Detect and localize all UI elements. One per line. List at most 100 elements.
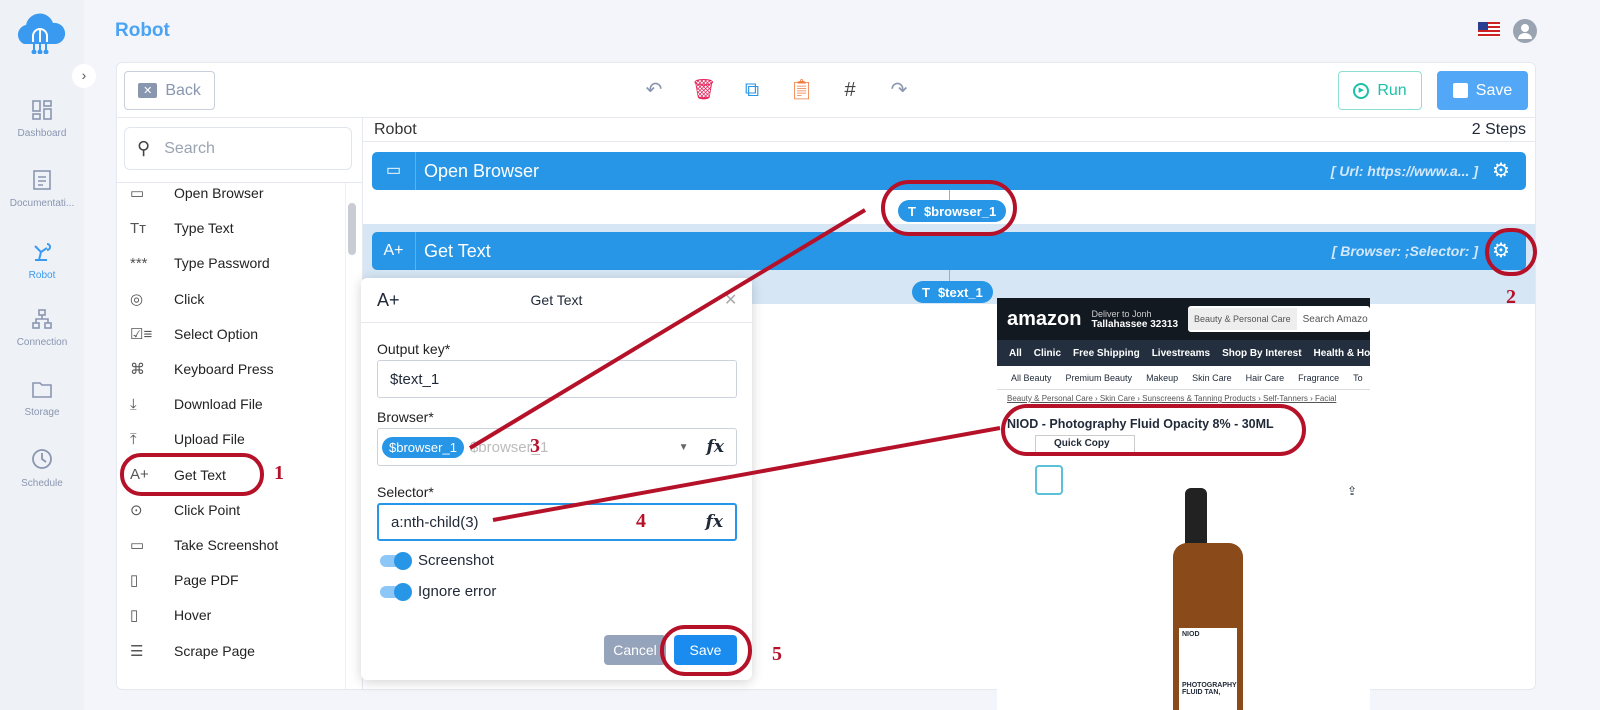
- sidebar-item-dashboard[interactable]: Dashboard: [0, 100, 84, 139]
- annotation-number: 3: [530, 435, 540, 457]
- amazon-nav-item: Livestreams: [1151, 347, 1211, 359]
- palette-label: Click Point: [174, 501, 241, 518]
- gear-icon[interactable]: ⚙: [1492, 160, 1514, 182]
- palette-item-type-text[interactable]: Tт Type Text: [130, 213, 234, 243]
- sidebar-item-connection[interactable]: Connection: [0, 309, 84, 348]
- floppy-icon: [1452, 83, 1468, 98]
- paste-icon[interactable]: 📋︎: [789, 78, 814, 102]
- undo-icon[interactable]: ↶: [642, 78, 666, 102]
- back-button[interactable]: ✕ Back: [124, 71, 215, 110]
- palette-icon: ⌘: [130, 361, 145, 378]
- sidebar-label: Storage: [24, 407, 60, 418]
- cancel-button[interactable]: Cancel: [604, 635, 666, 665]
- get-text-dialog: [361, 278, 752, 680]
- amazon-subnav-item: All Beauty: [1011, 372, 1052, 383]
- step-label: Open Browser: [424, 160, 540, 181]
- function-icon[interactable]: fx: [707, 437, 724, 457]
- us-flag-icon[interactable]: [1478, 22, 1500, 37]
- category-select: Beauty & Personal Care: [1188, 308, 1297, 330]
- palette-item-get-text[interactable]: A+ Get Text: [130, 460, 226, 490]
- output-key-value: $text_1: [390, 370, 440, 388]
- palette-icon: ☰: [130, 642, 144, 660]
- amazon-subnav-item: Fragrance: [1298, 372, 1340, 383]
- connection-icon: [32, 309, 52, 329]
- sidebar-item-storage[interactable]: Storage: [0, 379, 84, 418]
- browser-chip[interactable]: $browser_1: [382, 436, 464, 458]
- palette-item-click-point[interactable]: ⊙ Click Point: [130, 495, 240, 525]
- amazon-nav-item: Free Shipping: [1073, 347, 1140, 359]
- browser-select[interactable]: $browser_1 $browser_1 ▼ fx: [377, 428, 737, 466]
- gear-icon[interactable]: ⚙: [1492, 240, 1514, 262]
- sidebar-toggle-button[interactable]: ›: [72, 64, 96, 88]
- folder-icon: [32, 382, 52, 398]
- step-params: [ Browser: ;Selector: ]: [1331, 243, 1478, 259]
- sidebar-item-schedule[interactable]: Schedule: [0, 448, 84, 489]
- caret-down-icon: ▼: [678, 441, 689, 453]
- delete-icon[interactable]: 🗑︎: [691, 78, 716, 102]
- ignore-error-toggle[interactable]: Ignore error: [380, 582, 496, 601]
- toggle-switch[interactable]: [380, 582, 412, 601]
- output-badge[interactable]: T $text_1: [912, 281, 993, 303]
- sidebar-item-robot[interactable]: Robot: [0, 240, 84, 281]
- toggle-switch[interactable]: [380, 551, 412, 570]
- sidebar-label: Documentati...: [9, 198, 75, 209]
- palette-item-keyboard-press[interactable]: ⌘ Keyboard Press: [130, 354, 274, 384]
- dialog-title: Get Text: [530, 292, 583, 308]
- palette-label: Take Screenshot: [174, 537, 279, 553]
- palette-item-click[interactable]: ◎ Click: [130, 284, 204, 314]
- screenshot-toggle[interactable]: Screenshot: [380, 551, 494, 570]
- output-key-input[interactable]: $text_1: [377, 360, 737, 398]
- save-button[interactable]: Save: [1437, 71, 1528, 110]
- output-badge[interactable]: T $browser_1: [898, 200, 1007, 222]
- search-icon: ⚲: [137, 138, 151, 158]
- palette-item-page-pdf[interactable]: ▯ Page PDF: [130, 565, 239, 595]
- palette-item-hover[interactable]: ▯ Hover: [130, 600, 211, 630]
- redo-icon[interactable]: ↷: [887, 78, 911, 102]
- palette-icon: A+: [130, 466, 149, 484]
- output-key-label: Output key*: [377, 341, 451, 357]
- palette-item-select-option[interactable]: ☑≡ Select Option: [130, 319, 258, 349]
- palette-item-download-file[interactable]: ⤓ Download File: [130, 389, 263, 419]
- toggle-label: Screenshot: [418, 552, 494, 569]
- selector-input[interactable]: a:nth-child(3) fx: [377, 503, 737, 541]
- step-get-text[interactable]: A+ Get Text [ Browser: ;Selector: ] ⚙: [372, 232, 1526, 270]
- palette-label: Keyboard Press: [174, 361, 274, 377]
- step-params: [ Url: https://www.a... ]: [1330, 163, 1478, 179]
- palette-label: Hover: [174, 607, 212, 624]
- copy-icon[interactable]: ⧉: [740, 78, 764, 102]
- dialog-save-button[interactable]: Save: [674, 635, 737, 665]
- thumbnail: [1035, 465, 1063, 495]
- palette-label: Get Text: [174, 466, 226, 483]
- annotation-number: 2: [1506, 286, 1516, 308]
- robot-icon: [34, 243, 51, 261]
- step-open-browser[interactable]: ▭ Open Browser [ Url: https://www.a... ] ⚙: [372, 152, 1526, 190]
- palette-scrollbar[interactable]: [348, 203, 356, 255]
- palette-item-scrape-page[interactable]: ☰ Scrape Page: [130, 636, 255, 666]
- label-text: PHOTOGRAPHY FLUID TAN,: [1182, 682, 1237, 696]
- amazon-nav-item: Shop By Interest: [1222, 347, 1302, 359]
- palette-item-open-browser[interactable]: ▭ Open Browser: [130, 178, 263, 208]
- output-label: $text_1: [937, 284, 983, 300]
- hash-icon[interactable]: #: [838, 78, 862, 102]
- sidebar-item-documentation[interactable]: Documentati...: [0, 170, 84, 209]
- palette-search-input[interactable]: ⚲ Search: [124, 127, 352, 170]
- product-title: NIOD - Photography Fluid Opacity 8% - 30…: [1007, 417, 1274, 431]
- palette-item-upload-file[interactable]: ⤒ Upload File: [130, 424, 245, 454]
- close-icon[interactable]: ✕: [724, 290, 737, 310]
- steps-count: 2 Steps: [1471, 121, 1526, 138]
- annotation-number: 5: [772, 643, 782, 665]
- connector: [949, 190, 950, 200]
- palette-item-take-screenshot[interactable]: ▭ Take Screenshot: [130, 530, 278, 560]
- flow-title: Robot: [374, 121, 417, 138]
- amazon-breadcrumb: Beauty & Personal Care › Skin Care › Sun…: [1007, 394, 1337, 403]
- search-placeholder: Search: [164, 139, 215, 157]
- palette-label: Scrape Page: [174, 642, 255, 659]
- text-type-icon: T: [922, 284, 930, 300]
- palette-item-type-password[interactable]: *** Type Password: [130, 248, 270, 278]
- save-label: Save: [1475, 81, 1513, 99]
- run-button[interactable]: ▶ Run: [1338, 71, 1422, 110]
- avatar[interactable]: [1513, 19, 1537, 43]
- amazon-subnav-item: Makeup: [1146, 372, 1179, 383]
- divider: [361, 322, 752, 323]
- function-icon[interactable]: fx: [706, 512, 723, 532]
